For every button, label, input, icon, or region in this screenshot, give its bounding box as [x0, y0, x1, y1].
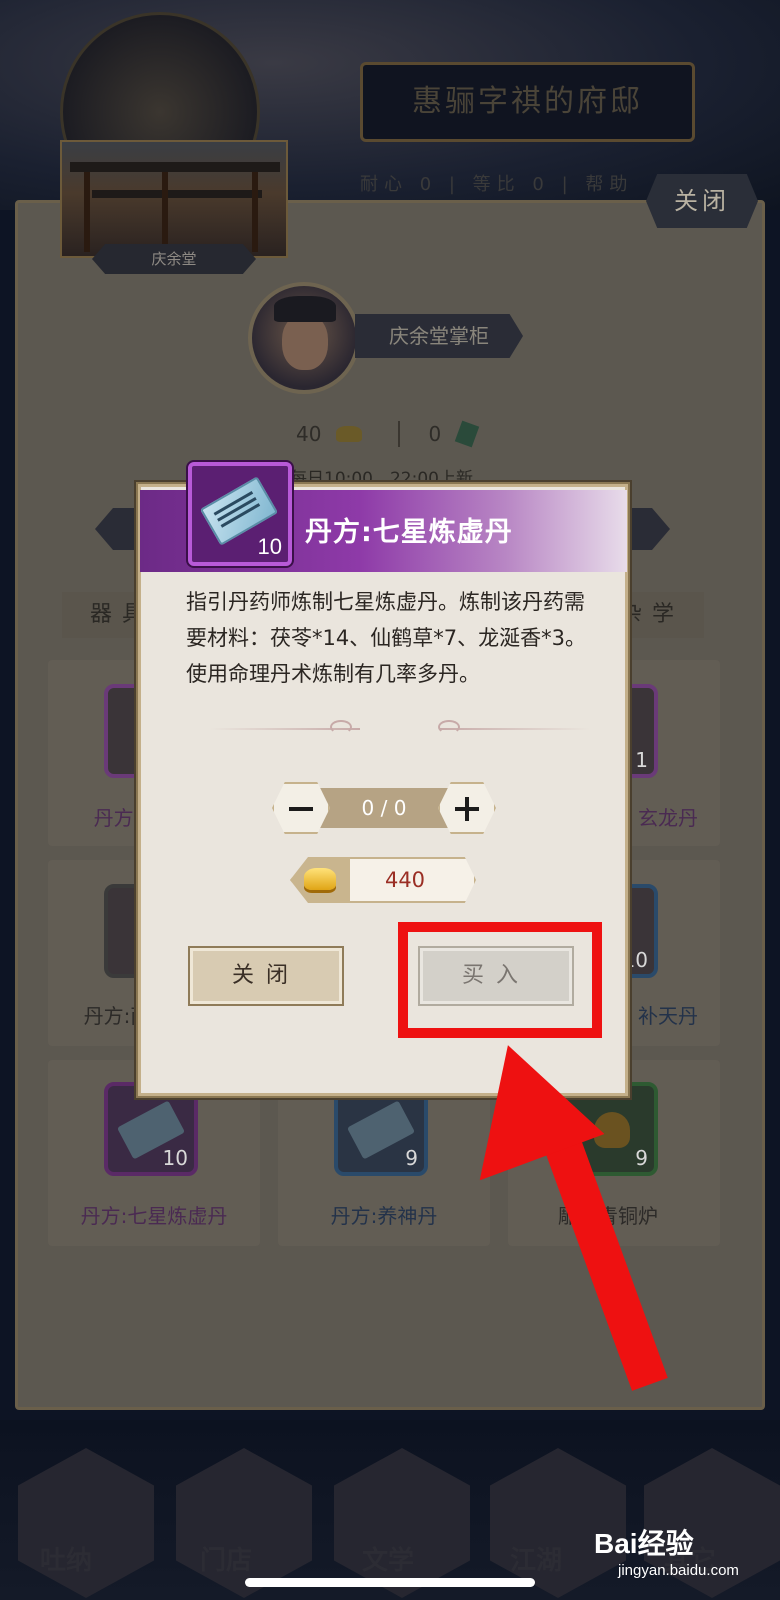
dialog-close-button[interactable]: 关闭 [188, 946, 344, 1006]
shopkeeper-avatar [248, 282, 360, 394]
price-value: 440 [384, 868, 426, 892]
watermark-logo: Bai经验 [594, 1528, 694, 1559]
building-title-plaque: 惠骊字祺的府邸 [360, 62, 695, 142]
building-stats: 耐心 0 | 等比 0 | 帮助 [360, 174, 634, 195]
annotation-highlight-box [398, 922, 602, 1038]
item-count: 10 [162, 1146, 188, 1170]
item-stack-count: 10 [257, 534, 282, 559]
nav-label: 门店 [200, 1546, 253, 1576]
top-close-button[interactable]: 关闭 [646, 174, 758, 228]
jade-amount: 0 [428, 421, 442, 446]
item-label: 玄龙丹 [638, 806, 698, 830]
nav-label: 文学 [362, 1546, 415, 1576]
gold-ingot-icon [335, 425, 362, 442]
shopkeeper-title: 庆余堂掌柜 [355, 314, 523, 358]
divider-ornament [438, 720, 460, 734]
jade-icon [454, 420, 479, 447]
item-count: 1 [635, 748, 648, 772]
item-label: 丹方:七星炼虚丹 [80, 1204, 228, 1228]
item-description: 指引丹药师炼制七星炼虚丹。炼制该丹药需要材料：茯苓*14、仙鹤草*7、龙涎香*3… [186, 590, 586, 686]
currency-divider [398, 420, 401, 447]
divider-right [440, 728, 590, 730]
item-label: 丹方:养神丹 [330, 1204, 438, 1228]
divider-ornament [330, 720, 352, 734]
gold-amount: 40 [296, 421, 322, 446]
item-count: 9 [635, 1146, 648, 1170]
watermark-url: jingyan.baidu.com [618, 1562, 739, 1579]
nav-label: 江湖 [510, 1546, 563, 1576]
item-count: 9 [405, 1146, 418, 1170]
scroll-item-icon: 10 [188, 462, 292, 566]
scroll-item-icon: 9 [334, 1082, 428, 1176]
currency-row: 40 0 [296, 418, 479, 447]
minus-icon [289, 807, 313, 811]
nav-label: 吐纳 [40, 1546, 93, 1576]
gold-ingot-icon [304, 868, 336, 890]
shop-name-tag: 庆余堂 [92, 244, 256, 274]
scroll-item-icon: 10 [104, 1082, 198, 1176]
item-title: 丹方:七星炼虚丹 [305, 517, 513, 548]
item-label: 补天丹 [638, 1004, 698, 1028]
home-indicator[interactable] [245, 1578, 535, 1587]
shop-building-image [60, 140, 288, 258]
